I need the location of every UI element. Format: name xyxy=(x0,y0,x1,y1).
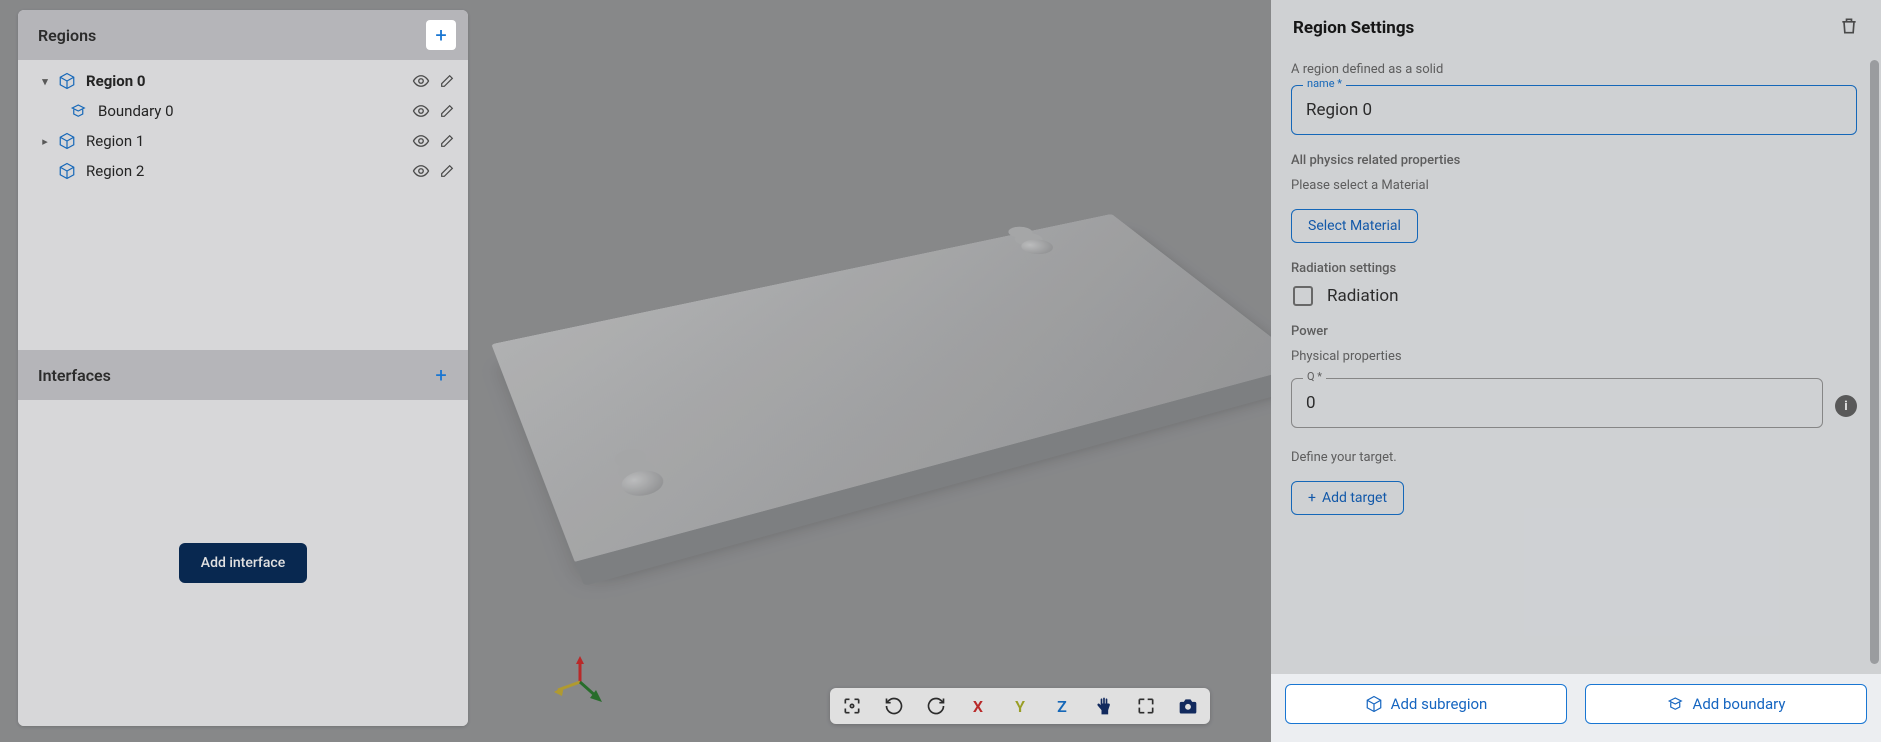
right-panel: Region Settings A region defined as a so… xyxy=(1271,0,1881,742)
viewport-3d[interactable]: X Y Z xyxy=(480,0,1256,742)
model-peg xyxy=(1016,237,1059,256)
cube-icon xyxy=(58,72,76,90)
rotate-cw-icon[interactable] xyxy=(924,694,948,718)
select-material-button[interactable]: Select Material xyxy=(1291,209,1418,243)
tree-label: Region 1 xyxy=(86,132,144,150)
left-panel: Regions + ▾ Region 0 Boundary 0 ▸ Region… xyxy=(18,10,468,726)
q-field-wrap: Q * xyxy=(1291,378,1823,428)
target-heading: Define your target. xyxy=(1291,450,1857,465)
add-region-button[interactable]: + xyxy=(426,20,456,50)
region-description: A region defined as a solid xyxy=(1291,62,1857,77)
interfaces-title: Interfaces xyxy=(38,366,111,385)
power-heading: Power xyxy=(1291,324,1857,339)
chevron-down-icon[interactable]: ▾ xyxy=(38,75,52,88)
radiation-heading: Radiation settings xyxy=(1291,261,1857,276)
right-body: A region defined as a solid name * All p… xyxy=(1271,50,1881,674)
axis-z-button[interactable]: Z xyxy=(1050,694,1074,718)
rotate-ccw-icon[interactable] xyxy=(882,694,906,718)
tree-item-boundary-0[interactable]: Boundary 0 xyxy=(18,96,468,126)
visibility-icon[interactable] xyxy=(412,132,430,150)
edit-icon[interactable] xyxy=(438,72,456,90)
chevron-right-icon[interactable]: ▸ xyxy=(38,135,52,148)
name-label: name * xyxy=(1303,77,1346,90)
boundary-icon xyxy=(70,102,88,120)
tree-item-region-0[interactable]: ▾ Region 0 xyxy=(18,66,468,96)
info-icon[interactable]: i xyxy=(1835,395,1857,417)
name-field-wrap: name * xyxy=(1291,85,1857,135)
pan-icon[interactable] xyxy=(1092,694,1116,718)
q-input[interactable] xyxy=(1291,378,1823,428)
regions-tree: ▾ Region 0 Boundary 0 ▸ Region 1 xyxy=(18,60,468,350)
region-settings-title: Region Settings xyxy=(1293,18,1414,38)
regions-title: Regions xyxy=(38,26,96,45)
model-plate[interactable] xyxy=(491,214,1309,563)
fullscreen-icon[interactable] xyxy=(1134,694,1158,718)
plus-icon: + xyxy=(1308,490,1316,506)
axes-gizmo[interactable] xyxy=(550,652,610,712)
cube-icon xyxy=(1365,695,1383,713)
tree-item-region-2[interactable]: Region 2 xyxy=(18,156,468,186)
axis-x-button[interactable]: X xyxy=(966,694,990,718)
visibility-icon[interactable] xyxy=(412,72,430,90)
edit-icon[interactable] xyxy=(438,162,456,180)
tree-label: Region 0 xyxy=(86,72,145,90)
interfaces-header: Interfaces + xyxy=(18,350,468,400)
right-header: Region Settings xyxy=(1271,0,1881,50)
add-target-button[interactable]: + Add target xyxy=(1291,481,1404,515)
edit-icon[interactable] xyxy=(438,132,456,150)
cube-icon xyxy=(58,132,76,150)
tree-label: Boundary 0 xyxy=(98,102,174,120)
cube-icon xyxy=(58,162,76,180)
camera-icon[interactable] xyxy=(1176,694,1200,718)
viewport-toolbar: X Y Z xyxy=(830,688,1210,724)
fit-view-icon[interactable] xyxy=(840,694,864,718)
scrollbar[interactable] xyxy=(1867,60,1879,664)
edit-icon[interactable] xyxy=(438,102,456,120)
tree-label: Region 2 xyxy=(86,162,144,180)
tree-item-region-1[interactable]: ▸ Region 1 xyxy=(18,126,468,156)
add-interface-plus-button[interactable]: + xyxy=(426,360,456,390)
delete-icon[interactable] xyxy=(1839,16,1859,40)
add-interface-button[interactable]: Add interface xyxy=(179,543,307,583)
visibility-icon[interactable] xyxy=(412,162,430,180)
material-prompt: Please select a Material xyxy=(1291,178,1857,193)
interfaces-body: Add interface xyxy=(18,400,468,726)
physics-heading: All physics related properties xyxy=(1291,153,1857,168)
add-subregion-button[interactable]: Add subregion xyxy=(1285,684,1567,724)
add-boundary-button[interactable]: Add boundary xyxy=(1585,684,1867,724)
radiation-checkbox[interactable] xyxy=(1293,286,1313,306)
footer-buttons: Add subregion Add boundary xyxy=(1271,674,1881,742)
boundary-icon xyxy=(1667,695,1685,713)
visibility-icon[interactable] xyxy=(412,102,430,120)
axis-y-button[interactable]: Y xyxy=(1008,694,1032,718)
q-label: Q * xyxy=(1303,370,1326,383)
radiation-label: Radiation xyxy=(1327,286,1398,306)
model-peg xyxy=(617,467,668,500)
regions-header: Regions + xyxy=(18,10,468,60)
physical-properties: Physical properties xyxy=(1291,349,1857,364)
name-input[interactable] xyxy=(1291,85,1857,135)
radiation-checkbox-row: Radiation xyxy=(1293,286,1857,306)
